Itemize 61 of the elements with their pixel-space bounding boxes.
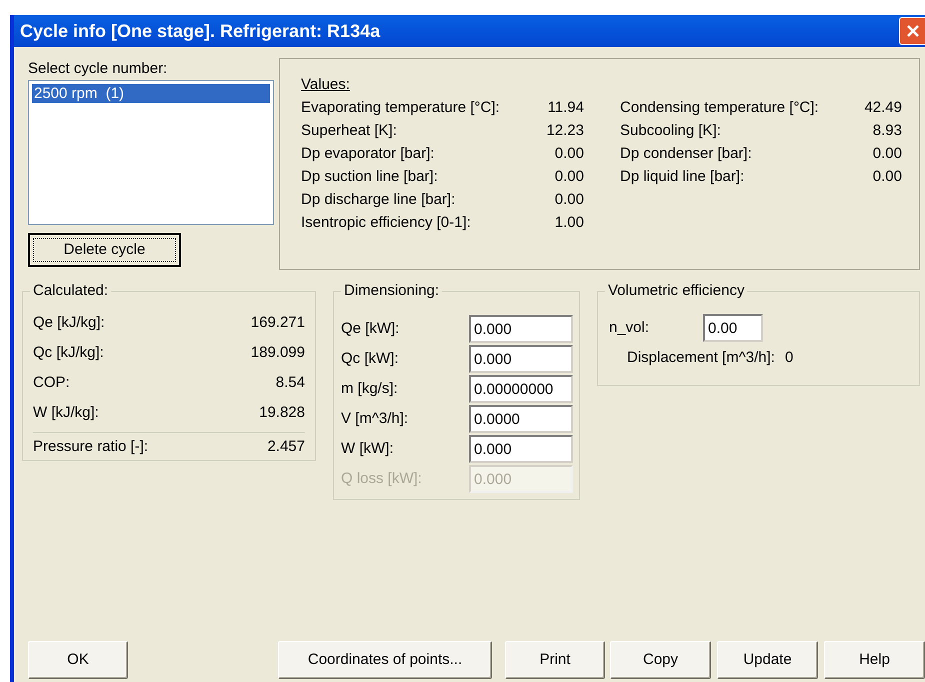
help-button[interactable]: Help [824,641,925,679]
input-field[interactable]: 0.000 [469,435,573,463]
cycle-list[interactable]: 2500 rpm (1) [28,80,274,225]
field-value: 11.94 [548,98,584,118]
field-label: Qc [kW]: [341,348,400,369]
ok-button[interactable]: OK [28,641,128,679]
input-field[interactable]: 0.000 [469,345,573,373]
field-value: 42.49 [864,98,902,118]
copy-button[interactable]: Copy [610,641,711,679]
field-label: Qe [kW]: [341,318,400,339]
update-button[interactable]: Update [717,641,818,679]
field-label: Displacement [m^3/h]: [627,348,775,368]
field-label: Qc [kJ/kg]: [33,342,104,363]
field-label: Q loss [kW]: [341,468,423,489]
field-value: 0.00 [872,167,902,187]
field-value: 0 [784,348,794,368]
field-value: 189.099 [250,342,305,363]
group-title: Volumetric efficiency [605,282,748,300]
list-label: Select cycle number: [28,59,168,78]
input-field[interactable]: 0.000 [469,315,573,343]
field-value: 1.00 [554,213,584,233]
print-button[interactable]: Print [505,641,605,679]
field-value: 0.00 [554,144,584,164]
field-label: Isentropic efficiency [0-1]: [301,213,471,233]
input-field[interactable]: 0.00 [703,314,763,342]
field-label: Evaporating temperature [°C]: [301,98,500,118]
field-value: 0.00 [554,190,584,210]
values-heading: Values: [301,75,351,95]
field-label: Superheat [K]: [301,121,397,141]
field-value: 12.23 [546,121,584,141]
field-label: Dp liquid line [bar]: [620,167,744,187]
field-label: Pressure ratio [-]: [33,436,148,457]
close-button[interactable] [899,17,925,45]
field-label: COP: [33,372,70,393]
coordinates-button[interactable]: Coordinates of points... [278,641,492,679]
field-label: m [kg/s]: [341,378,399,399]
input-field[interactable]: 0.0000 [469,405,573,433]
field-label: V [m^3/h]: [341,408,410,429]
field-value: 0.00 [872,144,902,164]
field-value: 19.828 [259,402,305,423]
close-icon [904,23,920,39]
field-label: Condensing temperature [°C]: [620,98,819,118]
field-label: W [kW]: [341,438,394,459]
group-title: Dimensioning: [341,282,442,300]
field-value: 8.93 [872,121,902,141]
field-label: n_vol: [609,318,650,338]
list-item[interactable]: 2500 rpm (1) [32,84,270,103]
field-value: 169.271 [250,312,305,333]
field-label: W [kJ/kg]: [33,402,99,423]
delete-cycle-button[interactable]: Delete cycle [28,233,181,267]
field-label: Qe [kJ/kg]: [33,312,105,333]
field-value: 8.54 [276,372,305,393]
field-label: Dp evaporator [bar]: [301,144,434,164]
window-title: Cycle info [One stage]. Refrigerant: R134a [20,20,380,43]
field-label: Dp suction line [bar]: [301,167,438,187]
field-label: Subcooling [K]: [620,121,721,141]
field-value: 2.457 [267,436,305,457]
input-field[interactable]: 0.00000000 [469,375,573,403]
field-label: Dp condenser [bar]: [620,144,752,164]
field-label: Dp discharge line [bar]: [301,190,456,210]
field-value: 0.00 [554,167,584,187]
